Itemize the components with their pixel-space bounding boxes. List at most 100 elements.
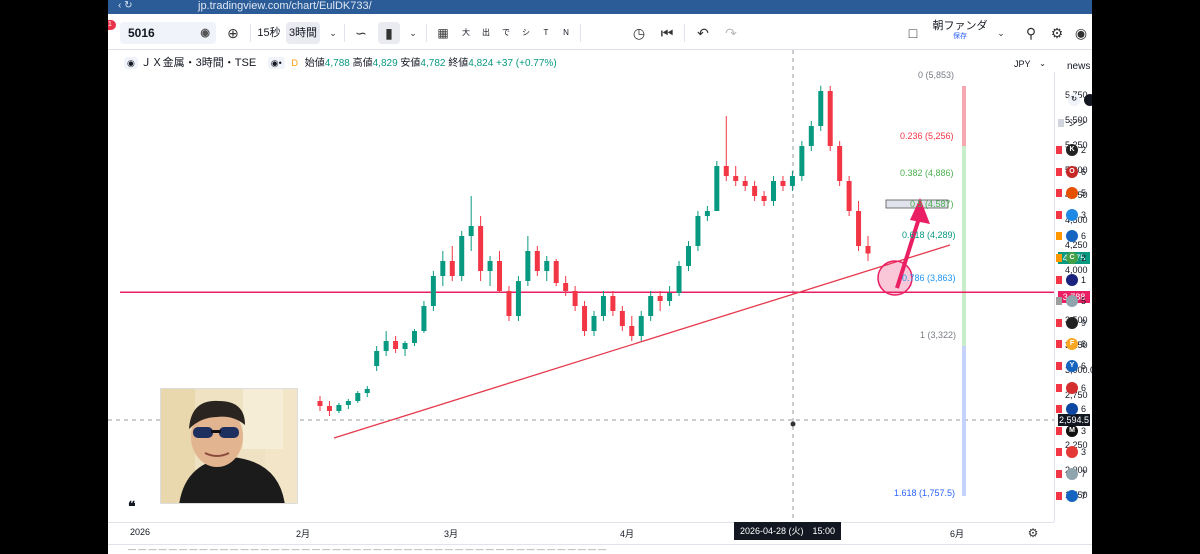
source-toggle-icon[interactable]: ◉•: [267, 57, 285, 69]
currency-selector[interactable]: JPY ⌄: [1008, 56, 1050, 72]
watchlist-title[interactable]: news: [1067, 61, 1090, 72]
watchlist-item[interactable]: 3: [1056, 444, 1092, 460]
low-value: 4,782: [420, 58, 446, 69]
watchlist-logo-icon: C: [1066, 252, 1078, 264]
watchlist-flag-icon[interactable]: [1056, 275, 1062, 284]
watchlist-flag-icon[interactable]: [1056, 448, 1062, 457]
visibility-eye-icon[interactable]: ◉: [124, 57, 138, 69]
fib-zone-strip-blue: [962, 346, 966, 496]
watchlist-flag-icon[interactable]: [1056, 146, 1062, 154]
candle-body: [393, 341, 399, 349]
candle-body: [818, 91, 824, 126]
candle-body: [846, 181, 852, 211]
watchlist-item[interactable]: 7: [1056, 488, 1092, 504]
watchlist-flag-icon[interactable]: [1056, 254, 1062, 262]
candle-body: [497, 261, 503, 291]
watchlist-flag-icon[interactable]: [1056, 232, 1062, 241]
watchlist-flag-icon[interactable]: [1056, 405, 1062, 414]
candle-body: [714, 166, 720, 211]
watchlist-section-label: シン: [1068, 118, 1087, 128]
watchlist-symbol-text: 9: [1081, 317, 1087, 328]
watchlist-flag-icon[interactable]: [1056, 362, 1062, 370]
high-value: 4,829: [372, 58, 398, 69]
watchlist-section-tab[interactable]: シン: [1056, 115, 1092, 131]
candle-body: [667, 293, 673, 301]
candle-body: [582, 306, 588, 331]
watchlist-flag-icon[interactable]: [1056, 297, 1062, 306]
watchlist-symbol-text: 7: [1081, 490, 1087, 501]
watchlist-flag-icon[interactable]: [1056, 340, 1062, 349]
watchlist-item[interactable]: K2: [1056, 142, 1092, 158]
candle-body: [421, 306, 427, 331]
time-axis-settings-icon[interactable]: ⚙: [1022, 522, 1044, 544]
candle-body: [789, 176, 795, 186]
watchlist-logo-icon: [1066, 295, 1078, 308]
watchlist-item[interactable]: 9: [1056, 315, 1092, 331]
candle-body: [534, 251, 540, 271]
watchlist-item[interactable]: 5: [1056, 293, 1092, 309]
candle-body: [515, 281, 521, 316]
drawing-toolbar-strip[interactable]: — — — — — — — — — — — — — — — — — — — — …: [108, 544, 1092, 554]
watchlist-flag-icon[interactable]: [1056, 189, 1062, 198]
watchlist-flag-icon[interactable]: [1056, 318, 1062, 327]
watchlist-flag-icon[interactable]: [1056, 383, 1062, 392]
watchlist-flag-icon[interactable]: [1056, 491, 1062, 500]
candle-body: [430, 276, 436, 306]
candle-body: [506, 291, 512, 316]
watchlist-symbol-text: 2: [1081, 253, 1087, 263]
watchlist-symbol-text: 6: [1081, 361, 1087, 371]
watchlist-logo-icon: [1066, 446, 1078, 459]
webcam-overlay: [160, 388, 298, 504]
candle-body: [317, 401, 323, 406]
watchlist-symbol-text: 3: [1081, 209, 1087, 220]
watchlist-item[interactable]: 3: [1056, 207, 1092, 223]
candle-body: [402, 343, 408, 349]
low-label: 安値: [400, 58, 421, 69]
time-label-mar: 3月: [444, 529, 459, 539]
watchlist-symbol-text: 6: [1081, 382, 1087, 393]
watchlist-symbol-text: 7: [1081, 469, 1087, 479]
watchlist-tab-row[interactable]: ↻: [1056, 92, 1092, 108]
watchlist-user-icon[interactable]: [1084, 94, 1092, 106]
watchlist-symbol-text: 3: [1081, 425, 1087, 436]
watchlist-item[interactable]: C2: [1056, 250, 1092, 266]
bottom-tool-icons[interactable]: — — — — — — — — — — — — — — — — — — — — …: [128, 545, 606, 554]
candle-body: [459, 236, 465, 276]
fib-level-label: 0.786 (3,863): [902, 273, 956, 283]
candle-body: [336, 405, 342, 411]
watchlist-flag-icon[interactable]: [1056, 167, 1062, 176]
candle-body: [383, 341, 389, 351]
change-value: +37 (+0.77%): [496, 58, 557, 69]
watchlist-section-flag-icon: [1058, 119, 1064, 127]
watchlist-item[interactable]: M3: [1056, 423, 1092, 439]
candle-body: [856, 211, 862, 246]
watchlist-item[interactable]: O6: [1056, 164, 1092, 180]
watchlist-logo-icon: [1066, 468, 1078, 480]
watchlist-item[interactable]: 6: [1056, 380, 1092, 396]
watchlist-flag-icon[interactable]: [1056, 210, 1062, 219]
presenter-video: [161, 389, 297, 503]
candle-body: [619, 311, 625, 326]
candle-body: [487, 261, 493, 271]
watchlist-item[interactable]: F6: [1056, 336, 1092, 352]
time-axis[interactable]: [108, 522, 1054, 544]
watchlist-logo-icon: [1066, 403, 1078, 416]
watchlist-item[interactable]: Y6: [1056, 358, 1092, 374]
watchlist-item[interactable]: 6: [1056, 401, 1092, 417]
watchlist-logo-icon: [1066, 273, 1078, 286]
candle-body: [600, 296, 606, 316]
watchlist-flag-icon[interactable]: [1056, 426, 1062, 435]
watchlist-item[interactable]: 1: [1056, 272, 1092, 288]
watchlist-symbol-text: 6: [1081, 404, 1087, 415]
watchlist-item[interactable]: 5: [1056, 185, 1092, 201]
fib-level-label: 0 (5,853): [918, 70, 955, 80]
candle-body: [345, 401, 351, 405]
watchlist-refresh-icon[interactable]: ↻: [1068, 94, 1080, 106]
watchlist-item[interactable]: 6: [1056, 228, 1092, 244]
fib-zone-strip-red: [962, 86, 966, 146]
watchlist-flag-icon[interactable]: [1056, 470, 1062, 478]
candle-body: [837, 146, 843, 181]
candle-body: [704, 211, 710, 216]
currency-chevron-icon: ⌄: [1039, 59, 1046, 68]
watchlist-item[interactable]: 7: [1056, 466, 1092, 482]
